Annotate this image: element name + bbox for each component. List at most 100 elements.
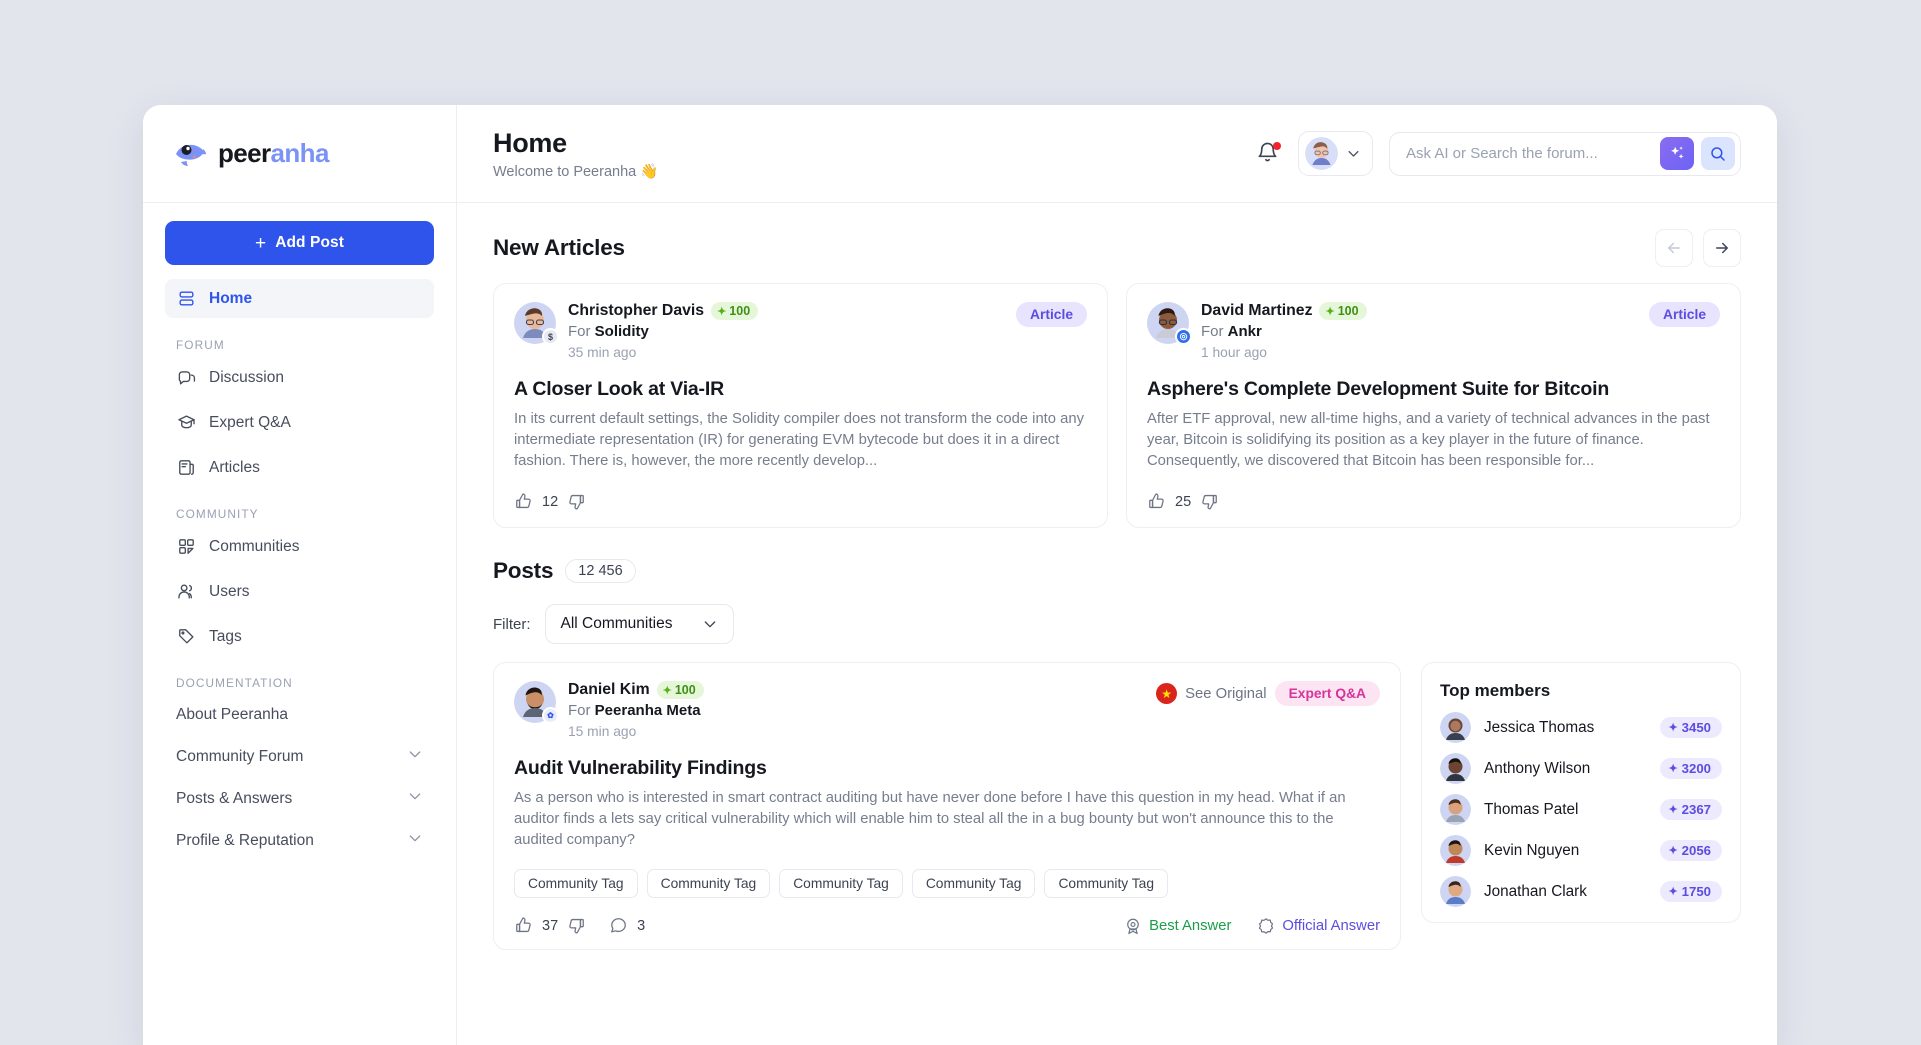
comment-icon[interactable]	[609, 916, 628, 935]
arrow-right-icon	[1716, 242, 1728, 254]
article-card[interactable]: $ Christopher Davis ✦ 100 For Solidity 3…	[493, 283, 1108, 528]
search-button[interactable]	[1701, 137, 1735, 170]
sidebar-item-community-forum[interactable]: Community Forum	[165, 737, 434, 776]
post-community-line: For Peeranha Meta	[568, 702, 704, 719]
add-post-label: Add Post	[275, 234, 345, 251]
brand-name-part1: peer	[218, 138, 271, 168]
posts-header: Posts 12 456	[493, 558, 1741, 584]
sparkles-icon	[1670, 146, 1684, 159]
see-original-link[interactable]: See Original	[1185, 686, 1266, 702]
page-subtitle: Welcome to Peeranha 👋	[493, 163, 659, 180]
tag-chip[interactable]: Community Tag	[514, 869, 638, 898]
member-row[interactable]: Jonathan Clark ✦ 1750	[1440, 871, 1722, 912]
member-name: Anthony Wilson	[1484, 759, 1591, 777]
sidebar-item-posts-answers[interactable]: Posts & Answers	[165, 779, 434, 818]
author-name[interactable]: Christopher Davis	[568, 302, 704, 320]
filter-row: Filter: All Communities	[493, 604, 1741, 644]
star-icon: ✦	[1668, 804, 1678, 816]
for-label: For	[1201, 323, 1224, 340]
communities-filter-select[interactable]: All Communities	[544, 604, 735, 644]
sidebar-item-about-peeranha[interactable]: About Peeranha	[165, 695, 434, 734]
thumbs-up-icon[interactable]	[514, 916, 533, 935]
post-card[interactable]: ✿ Daniel Kim ✦ 100 For Peeranha Meta 15 …	[493, 662, 1401, 950]
sidebar-item-tags[interactable]: Tags	[165, 617, 434, 656]
sidebar-item-communities[interactable]: Communities	[165, 527, 434, 566]
graduation-cap-icon	[176, 413, 196, 433]
article-excerpt: In its current default settings, the Sol…	[514, 411, 1084, 469]
thumbs-up-icon[interactable]	[514, 492, 533, 511]
sidebar: peeranha + Add Post Home FORUM Discussio…	[143, 105, 457, 1045]
tag-chip[interactable]: Community Tag	[1044, 869, 1169, 898]
avatar	[1440, 794, 1471, 825]
community-name[interactable]: Peeranha Meta	[595, 702, 701, 719]
thumbs-down-icon[interactable]	[567, 492, 586, 511]
post-card-header: ✿ Daniel Kim ✦ 100 For Peeranha Meta 15 …	[514, 681, 1380, 739]
member-row[interactable]: Thomas Patel ✦ 2367	[1440, 789, 1722, 830]
carousel-next-button[interactable]	[1703, 229, 1741, 267]
for-label: For	[568, 323, 591, 340]
add-post-button[interactable]: + Add Post	[165, 221, 434, 265]
ask-ai-button[interactable]	[1660, 137, 1694, 170]
community-name[interactable]: Solidity	[595, 323, 649, 340]
like-count: 37	[542, 917, 559, 934]
article-card[interactable]: ◎ David Martinez ✦ 100 For Ankr 1 hour a…	[1126, 283, 1741, 528]
notification-bell-icon[interactable]	[1256, 141, 1282, 167]
sidebar-item-articles-label: Articles	[209, 458, 260, 476]
answer-badges: Best Answer Official Answer	[1124, 917, 1380, 935]
search-bar[interactable]	[1389, 131, 1741, 176]
carousel-prev-button[interactable]	[1655, 229, 1693, 267]
post-author-row: Daniel Kim ✦ 100	[568, 681, 704, 699]
filter-label: Filter:	[493, 615, 531, 633]
best-answer-badge: Best Answer	[1124, 917, 1231, 935]
member-score-value: 2367	[1681, 802, 1711, 817]
tag-chip[interactable]: Community Tag	[646, 869, 771, 898]
reputation-badge: ✦ 100	[711, 302, 759, 320]
avatar	[1305, 137, 1338, 170]
member-score-value: 3200	[1681, 761, 1711, 776]
sidebar-item-articles[interactable]: Articles	[165, 448, 434, 487]
article-timestamp: 35 min ago	[568, 345, 637, 360]
author-avatar-wrap: $	[514, 302, 559, 345]
community-name[interactable]: Ankr	[1228, 323, 1262, 340]
sidebar-item-expert-qa[interactable]: Expert Q&A	[165, 403, 434, 442]
sidebar-item-home-label: Home	[209, 289, 253, 307]
thumbs-down-icon[interactable]	[1200, 492, 1219, 511]
star-icon: ✦	[1325, 305, 1335, 318]
brand-logo[interactable]: peeranha	[143, 105, 456, 203]
sidebar-item-profile-reputation[interactable]: Profile & Reputation	[165, 821, 434, 860]
member-row[interactable]: Anthony Wilson ✦ 3200	[1440, 748, 1722, 789]
author-name[interactable]: David Martinez	[1201, 302, 1312, 320]
tag-chip[interactable]: Community Tag	[779, 869, 903, 898]
brand-name-part2: anha	[270, 138, 330, 168]
thumbs-up-icon[interactable]	[1147, 492, 1166, 511]
post-title[interactable]: Audit Vulnerability Findings	[514, 757, 1380, 780]
new-articles-header: New Articles	[493, 229, 1741, 267]
content-scroll: New Articles $ Christopher Davis ✦ 100 F…	[457, 203, 1777, 1045]
article-vote-row: 12	[514, 492, 1087, 511]
tag-chip[interactable]: Community Tag	[911, 869, 1036, 898]
member-row[interactable]: Jessica Thomas ✦ 3450	[1440, 707, 1722, 748]
author-name[interactable]: Daniel Kim	[568, 681, 650, 699]
member-row[interactable]: Kevin Nguyen ✦ 2056	[1440, 830, 1722, 871]
sidebar-item-users[interactable]: Users	[165, 572, 434, 611]
member-score-value: 2056	[1681, 843, 1711, 858]
article-author-block: Christopher Davis ✦ 100 For Solidity 35	[568, 302, 759, 360]
article-author-row: Christopher Davis ✦ 100	[568, 302, 759, 320]
sidebar-item-about-peeranha-label: About Peeranha	[176, 705, 289, 723]
sidebar-item-communities-label: Communities	[209, 537, 300, 555]
article-title[interactable]: A Closer Look at Via-IR	[514, 378, 1087, 401]
thumbs-down-icon[interactable]	[567, 916, 586, 935]
user-menu-button[interactable]	[1298, 131, 1373, 176]
search-input[interactable]	[1406, 145, 1653, 162]
reputation-value: 100	[674, 683, 696, 697]
sidebar-item-expert-qa-label: Expert Q&A	[209, 413, 291, 431]
star-icon: ✦	[1668, 722, 1678, 734]
article-page-icon	[176, 458, 196, 478]
page-heading: Home Welcome to Peeranha 👋	[493, 128, 658, 180]
sidebar-item-discussion[interactable]: Discussion	[165, 358, 434, 397]
community-badge-icon: ◎	[1175, 328, 1192, 345]
article-title[interactable]: Asphere's Complete Development Suite for…	[1147, 378, 1720, 401]
post-tags: Community Tag Community Tag Community Ta…	[514, 869, 1380, 898]
sidebar-item-home[interactable]: Home	[165, 279, 434, 318]
member-name: Kevin Nguyen	[1484, 841, 1580, 859]
